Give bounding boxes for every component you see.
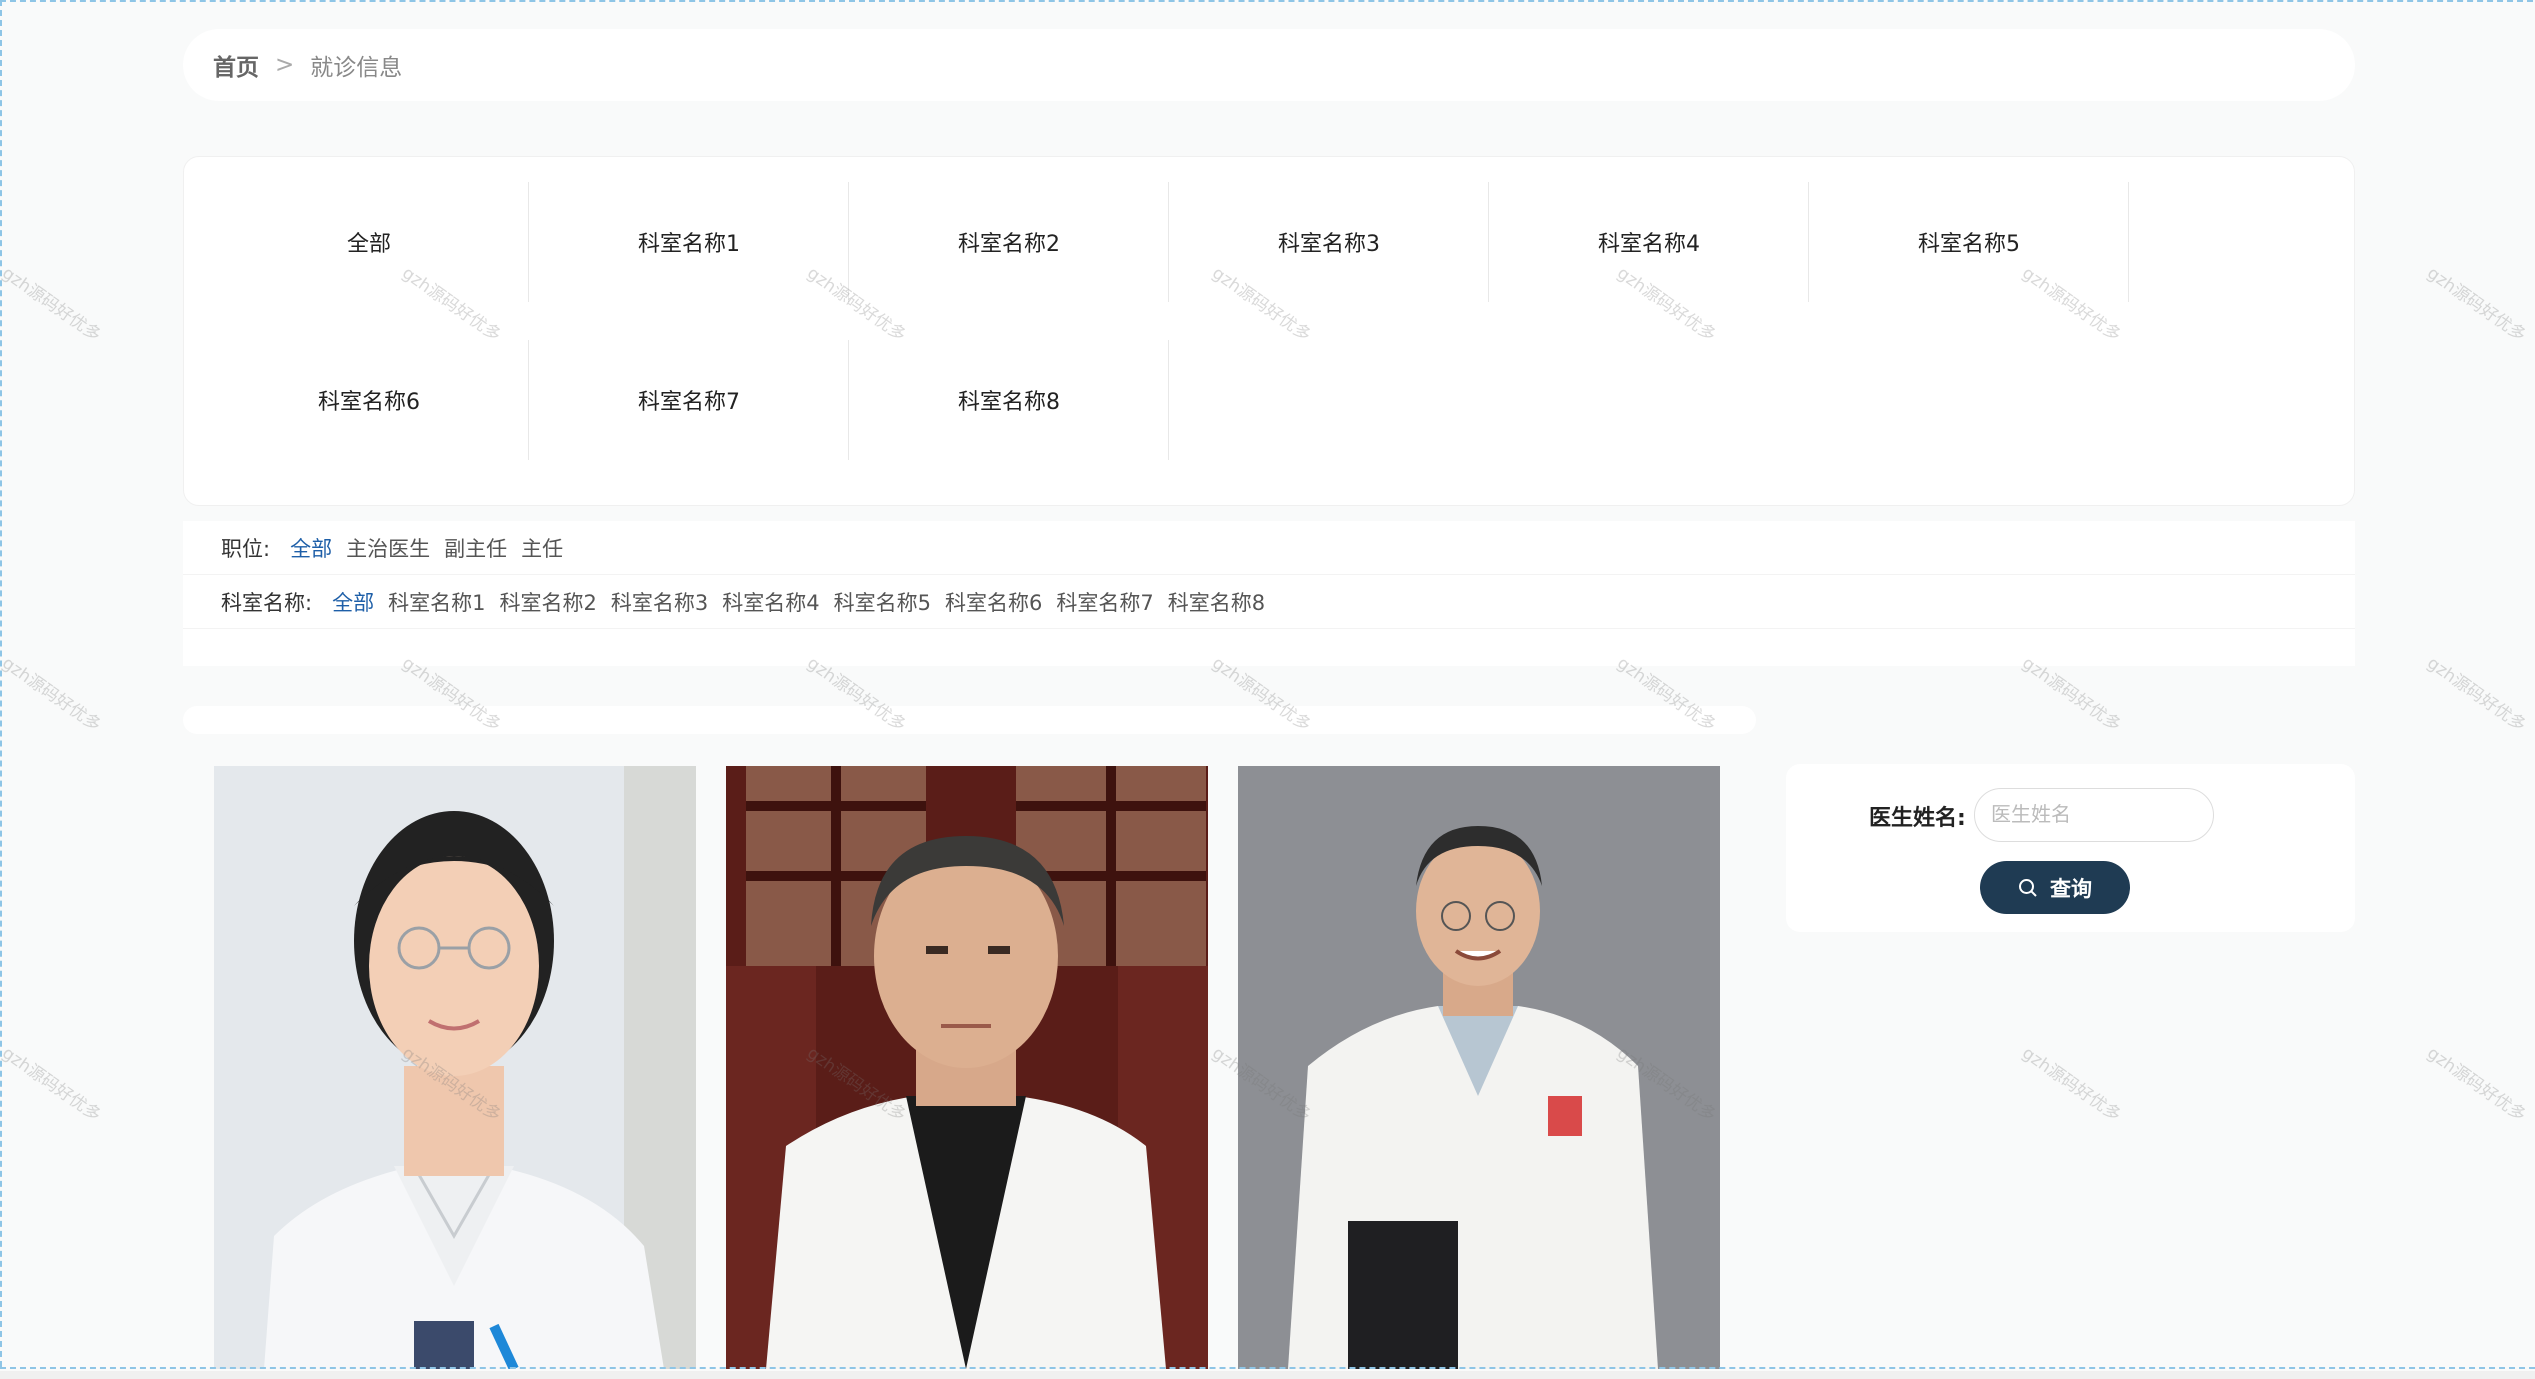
doctor-card[interactable]: [1238, 766, 1720, 1369]
position-filter: 职位: 全部 主治医生 副主任 主任: [183, 521, 2355, 575]
breadcrumb-separator: >: [275, 52, 295, 78]
doctor-photo-senior: [1238, 766, 1720, 1369]
doctor-list: [214, 766, 1724, 1369]
watermark-text: gzh源码好优多: [2423, 1043, 2530, 1126]
divider: [848, 340, 849, 460]
department-item-7[interactable]: 科室名称7: [529, 340, 849, 460]
position-filter-label: 职位:: [221, 536, 271, 561]
doctor-name-input[interactable]: [1974, 788, 2214, 842]
position-option-deputy-chief[interactable]: 副主任: [444, 533, 507, 563]
department-item-4[interactable]: 科室名称4: [1489, 182, 1809, 302]
divider: [1168, 182, 1169, 302]
search-button-label: 查询: [2050, 876, 2092, 901]
position-option-chief[interactable]: 主任: [521, 533, 563, 563]
department-filter-label: 科室名称:: [221, 590, 313, 615]
position-option-attending[interactable]: 主治医生: [346, 533, 430, 563]
watermark-text: gzh源码好优多: [2423, 653, 2530, 736]
doctor-card[interactable]: [214, 766, 696, 1369]
watermark-text: gzh源码好优多: [0, 263, 105, 346]
divider: [528, 182, 529, 302]
department-option-5[interactable]: 科室名称5: [834, 587, 931, 617]
doctor-name-label: 医生姓名:: [1869, 806, 1966, 831]
search-icon: [2019, 878, 2037, 897]
breadcrumb: 首页 > 就诊信息: [183, 29, 2355, 101]
breadcrumb-home[interactable]: 首页: [213, 48, 259, 82]
watermark-text: gzh源码好优多: [0, 1043, 105, 1126]
filter-panel: 职位: 全部 主治医生 副主任 主任 科室名称: 全部 科室名称1 科室名称2 …: [183, 521, 2355, 666]
department-item-8[interactable]: 科室名称8: [849, 340, 1169, 460]
scrollbar-track[interactable]: [0, 1371, 2535, 1379]
department-option-4[interactable]: 科室名称4: [722, 587, 819, 617]
doctor-card[interactable]: [726, 766, 1208, 1369]
doctor-photo-female: [214, 766, 696, 1369]
doctor-search-panel: 医生姓名: 查询: [1786, 764, 2355, 932]
divider: [1808, 182, 1809, 302]
page-frame-bottom: [0, 1367, 2535, 1369]
department-item-3[interactable]: 科室名称3: [1169, 182, 1489, 302]
divider: [2128, 182, 2129, 302]
divider: [1168, 340, 1169, 460]
list-header-strip: [183, 706, 1756, 734]
breadcrumb-current: 就诊信息: [310, 55, 403, 81]
department-option-6[interactable]: 科室名称6: [945, 587, 1042, 617]
department-item-2[interactable]: 科室名称2: [849, 182, 1169, 302]
divider: [528, 340, 529, 460]
department-item-6[interactable]: 科室名称6: [209, 340, 529, 460]
doctor-photo-male: [726, 766, 1208, 1369]
watermark-text: gzh源码好优多: [2018, 1043, 2125, 1126]
department-item-1[interactable]: 科室名称1: [529, 182, 849, 302]
divider: [848, 182, 849, 302]
search-button[interactable]: 查询: [1980, 861, 2130, 914]
department-filter: 科室名称: 全部 科室名称1 科室名称2 科室名称3 科室名称4 科室名称5 科…: [183, 575, 2355, 629]
department-item-all[interactable]: 全部: [209, 182, 529, 302]
department-option-8[interactable]: 科室名称8: [1168, 587, 1265, 617]
divider: [1488, 182, 1489, 302]
department-item-5[interactable]: 科室名称5: [1809, 182, 2129, 302]
department-option-7[interactable]: 科室名称7: [1056, 587, 1153, 617]
position-option-all[interactable]: 全部: [290, 533, 332, 563]
watermark-text: gzh源码好优多: [2423, 263, 2530, 346]
department-option-all[interactable]: 全部: [332, 587, 374, 617]
watermark-text: gzh源码好优多: [0, 653, 105, 736]
department-grid: 全部 科室名称1 科室名称2 科室名称3 科室名称4 科室名称5 科室名称6 科…: [183, 156, 2355, 506]
department-option-1[interactable]: 科室名称1: [388, 587, 485, 617]
department-option-3[interactable]: 科室名称3: [611, 587, 708, 617]
department-option-2[interactable]: 科室名称2: [499, 587, 596, 617]
